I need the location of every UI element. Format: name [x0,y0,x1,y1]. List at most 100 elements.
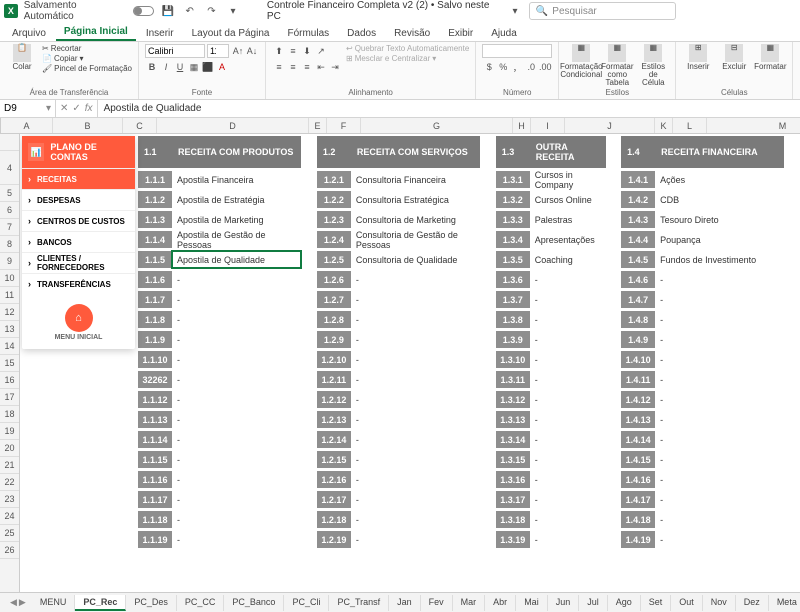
code-cell[interactable]: 1.2.10 [317,351,351,368]
code-cell[interactable]: 1.4.19 [621,531,655,548]
value-cell[interactable]: Palestras [530,211,606,228]
format-painter-button[interactable]: 🖌Pincel de Formatação [42,64,132,73]
panel-item-bancos[interactable]: ›BANCOS [22,231,135,252]
code-cell[interactable]: 1.3.10 [496,351,530,368]
col-header-B[interactable]: B [53,118,123,133]
row-header[interactable]: 18 [0,406,19,423]
italic-button[interactable]: I [159,60,173,74]
value-cell[interactable]: - [172,311,301,328]
value-cell[interactable]: - [172,491,301,508]
align-center-icon[interactable]: ≡ [286,60,300,74]
value-cell[interactable]: - [530,351,606,368]
value-cell[interactable]: Tesouro Direto [655,211,784,228]
value-cell[interactable]: - [655,311,784,328]
value-cell[interactable]: Consultoria Financeira [351,171,480,188]
code-cell[interactable]: 1.3.4 [496,231,530,248]
code-cell[interactable]: 1.2.5 [317,251,351,268]
value-cell[interactable]: - [351,471,480,488]
value-cell[interactable]: - [351,511,480,528]
formula-input[interactable]: Apostila de Qualidade [98,100,800,117]
value-cell[interactable]: - [172,351,301,368]
currency-icon[interactable]: $ [482,60,496,74]
row-header[interactable]: 21 [0,457,19,474]
value-cell[interactable]: - [655,371,784,388]
sheet-tab-pc_transf[interactable]: PC_Transf [329,595,389,611]
ribbon-tab-página-inicial[interactable]: Página Inicial [56,23,136,41]
orientation-icon[interactable]: ↗ [314,44,328,58]
fill-color-button[interactable]: ⬛ [201,60,215,74]
code-cell[interactable]: 1.2.19 [317,531,351,548]
value-cell[interactable]: - [655,411,784,428]
value-cell[interactable]: - [530,331,606,348]
code-cell[interactable]: 1.2.9 [317,331,351,348]
code-cell[interactable]: 1.2.13 [317,411,351,428]
row-header[interactable]: 7 [0,219,19,236]
ribbon-tab-revisão[interactable]: Revisão [386,25,438,41]
value-cell[interactable]: Apostila de Marketing [172,211,301,228]
code-cell[interactable]: 1.3.3 [496,211,530,228]
value-cell[interactable]: - [351,351,480,368]
decimal-dec-icon[interactable]: .00 [538,60,552,74]
value-cell[interactable]: - [351,331,480,348]
code-cell[interactable]: 1.4.16 [621,471,655,488]
row-header[interactable]: 25 [0,525,19,542]
percent-icon[interactable]: % [496,60,510,74]
value-cell[interactable]: - [172,271,301,288]
code-cell[interactable]: 1.3.2 [496,191,530,208]
row-header[interactable]: 13 [0,321,19,338]
wrap-text-button[interactable]: ↩Quebrar Texto Automaticamente [346,44,469,53]
code-cell[interactable]: 1.4.13 [621,411,655,428]
value-cell[interactable]: - [530,491,606,508]
col-header-H[interactable]: H [513,118,531,133]
sheet-tab-pc_des[interactable]: PC_Des [126,595,177,611]
row-header[interactable] [0,134,19,151]
code-cell[interactable]: 1.3.7 [496,291,530,308]
value-cell[interactable]: - [655,451,784,468]
value-cell[interactable]: Coaching [530,251,606,268]
code-cell[interactable]: 1.4.11 [621,371,655,388]
merge-center-button[interactable]: ⊞Mesclar e Centralizar▾ [346,54,469,63]
row-header[interactable]: 23 [0,491,19,508]
code-cell[interactable]: 1.1.12 [138,391,172,408]
code-cell[interactable]: 1.1.13 [138,411,172,428]
code-cell[interactable]: 1.1.19 [138,531,172,548]
row-header[interactable]: 14 [0,338,19,355]
value-cell[interactable]: Fundos de Investimento [655,251,784,268]
code-cell[interactable]: 1.4.7 [621,291,655,308]
delete-cells-button[interactable]: ⊟Excluir [718,44,750,71]
row-header[interactable]: 17 [0,389,19,406]
enter-icon[interactable]: ✓ [72,103,80,114]
increase-font-icon[interactable]: A↑ [231,44,245,58]
sheet-tab-nov[interactable]: Nov [703,595,736,611]
code-cell[interactable]: 1.2.12 [317,391,351,408]
code-cell[interactable]: 1.3.8 [496,311,530,328]
number-format-select[interactable] [482,44,552,58]
code-cell[interactable]: 1.1.14 [138,431,172,448]
row-header[interactable]: 22 [0,474,19,491]
row-header[interactable]: 16 [0,372,19,389]
search-box[interactable]: 🔍 Pesquisar [529,2,676,20]
sheet-tab-jun[interactable]: Jun [548,595,580,611]
code-cell[interactable]: 1.4.2 [621,191,655,208]
code-cell[interactable]: 1.1.9 [138,331,172,348]
col-header-J[interactable]: J [565,118,655,133]
title-dropdown-icon[interactable]: ▾ [507,3,523,19]
panel-item-centros-de-custos[interactable]: ›CENTROS DE CUSTOS [22,210,135,231]
row-header[interactable]: 20 [0,440,19,457]
code-cell[interactable]: 1.1.2 [138,191,172,208]
value-cell[interactable]: Apresentações [530,231,606,248]
worksheet[interactable]: 📊 PLANO DE CONTAS ›RECEITAS›DESPESAS›CEN… [20,134,800,592]
ribbon-tab-fórmulas[interactable]: Fórmulas [279,25,337,41]
code-cell[interactable]: 1.1.1 [138,171,172,188]
value-cell[interactable]: - [530,431,606,448]
redo-icon[interactable]: ↷ [204,3,220,19]
sheet-tab-pc_rec[interactable]: PC_Rec [75,595,126,611]
panel-item-despesas[interactable]: ›DESPESAS [22,189,135,210]
copy-button[interactable]: 📄Copiar▾ [42,54,132,63]
indent-inc-icon[interactable]: ⇥ [328,60,342,74]
code-cell[interactable]: 1.3.12 [496,391,530,408]
code-cell[interactable]: 1.2.16 [317,471,351,488]
code-cell[interactable]: 1.1.15 [138,451,172,468]
paste-button[interactable]: 📋Colar [6,44,38,71]
code-cell[interactable]: 1.3.14 [496,431,530,448]
